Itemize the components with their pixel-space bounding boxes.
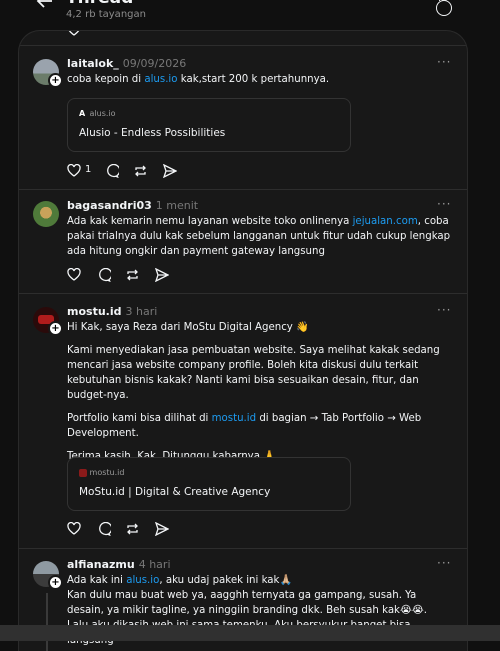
link-preview-card[interactable]: A alus.io Alusio - Endless Possibilities — [67, 98, 351, 152]
divider — [19, 293, 467, 294]
comment-icon[interactable] — [97, 522, 111, 536]
post-text: coba kepoin di alus.io kak,start 200 k p… — [67, 74, 330, 85]
post-username[interactable]: mostu.id 3 hari — [67, 305, 157, 318]
post-username[interactable]: bagasandri03 1 menit — [67, 199, 198, 212]
card-title: Alusio - Endless Possibilities — [79, 127, 226, 139]
post-link[interactable]: mostu.id — [212, 413, 256, 424]
divider — [19, 189, 467, 190]
post-time: 1 menit — [155, 199, 199, 212]
post-actions — [67, 268, 187, 282]
divider — [19, 45, 467, 46]
share-icon[interactable] — [163, 164, 177, 178]
divider — [19, 548, 467, 549]
site-logo-icon: A — [79, 109, 86, 118]
post-text: Ada kak kemarin nemu layanan website tok… — [67, 216, 451, 257]
more-options-icon[interactable] — [436, 0, 452, 16]
avatar[interactable] — [33, 201, 59, 227]
back-arrow-icon[interactable] — [36, 0, 54, 10]
heart-icon[interactable] — [67, 522, 81, 536]
post-time: 09/09/2026 — [122, 57, 187, 70]
post-more-icon[interactable]: ··· — [437, 197, 451, 211]
heart-icon[interactable] — [67, 164, 81, 178]
follow-plus-icon[interactable]: + — [48, 321, 63, 336]
post-paragraph: Portfolio kami bisa dilihat di mostu.id … — [67, 413, 422, 439]
post-line: Ada kak ini alus.io, aku udaj pakek ini … — [67, 575, 293, 586]
post-more-icon[interactable]: ··· — [437, 556, 451, 570]
thread-panel: + laitalok_ 09/09/2026 ··· coba kepoin di… — [18, 30, 468, 651]
post-username[interactable]: alfianazmu 4 hari — [67, 558, 171, 571]
post-actions-prev — [67, 31, 187, 37]
post-paragraph: Hi Kak, saya Reza dari MoStu Digital Age… — [67, 322, 309, 333]
bottom-bar — [0, 625, 500, 641]
post-link[interactable]: alus.io — [126, 575, 159, 586]
repost-icon[interactable] — [133, 164, 148, 178]
post-line: Kan dulu mau buat web ya, aagghh ternyat… — [67, 590, 428, 616]
post-time: 4 hari — [138, 558, 171, 571]
share-icon[interactable] — [155, 268, 169, 282]
heart-icon[interactable] — [67, 268, 81, 282]
repost-icon[interactable] — [125, 522, 140, 536]
follow-plus-icon[interactable]: + — [48, 73, 63, 88]
post-text: Hi Kak, saya Reza dari MoStu Digital Age… — [67, 320, 453, 470]
top-bar: Thread 4,2 rb tayangan — [0, 0, 500, 30]
card-domain: A alus.io — [79, 109, 116, 118]
repost-icon[interactable] — [125, 268, 140, 282]
post-link[interactable]: alus.io — [144, 74, 177, 85]
like-count: 1 — [85, 164, 92, 175]
view-count: 4,2 rb tayangan — [66, 9, 146, 20]
comment-icon[interactable] — [97, 268, 111, 282]
share-icon[interactable] — [155, 522, 169, 536]
heart-icon[interactable] — [67, 31, 81, 37]
post-time: 3 hari — [125, 305, 158, 318]
card-domain: mostu.id — [79, 468, 124, 477]
post-actions — [67, 522, 187, 536]
site-logo-icon — [79, 468, 87, 477]
page-title: Thread — [66, 0, 133, 8]
post-more-icon[interactable]: ··· — [437, 55, 451, 69]
comment-icon[interactable] — [105, 164, 119, 178]
post-username[interactable]: laitalok_ 09/09/2026 — [67, 57, 186, 70]
post-link[interactable]: jejualan.com — [353, 216, 418, 227]
post-more-icon[interactable]: ··· — [437, 303, 451, 317]
card-title: MoStu.id | Digital & Creative Agency — [79, 486, 271, 498]
follow-plus-icon[interactable]: + — [48, 575, 63, 590]
link-preview-card[interactable]: mostu.id MoStu.id | Digital & Creative A… — [67, 457, 351, 511]
post-actions: 1 — [67, 164, 187, 178]
post-paragraph: Kami menyediakan jasa pembuatan website.… — [67, 345, 440, 401]
thread-line — [46, 593, 48, 651]
